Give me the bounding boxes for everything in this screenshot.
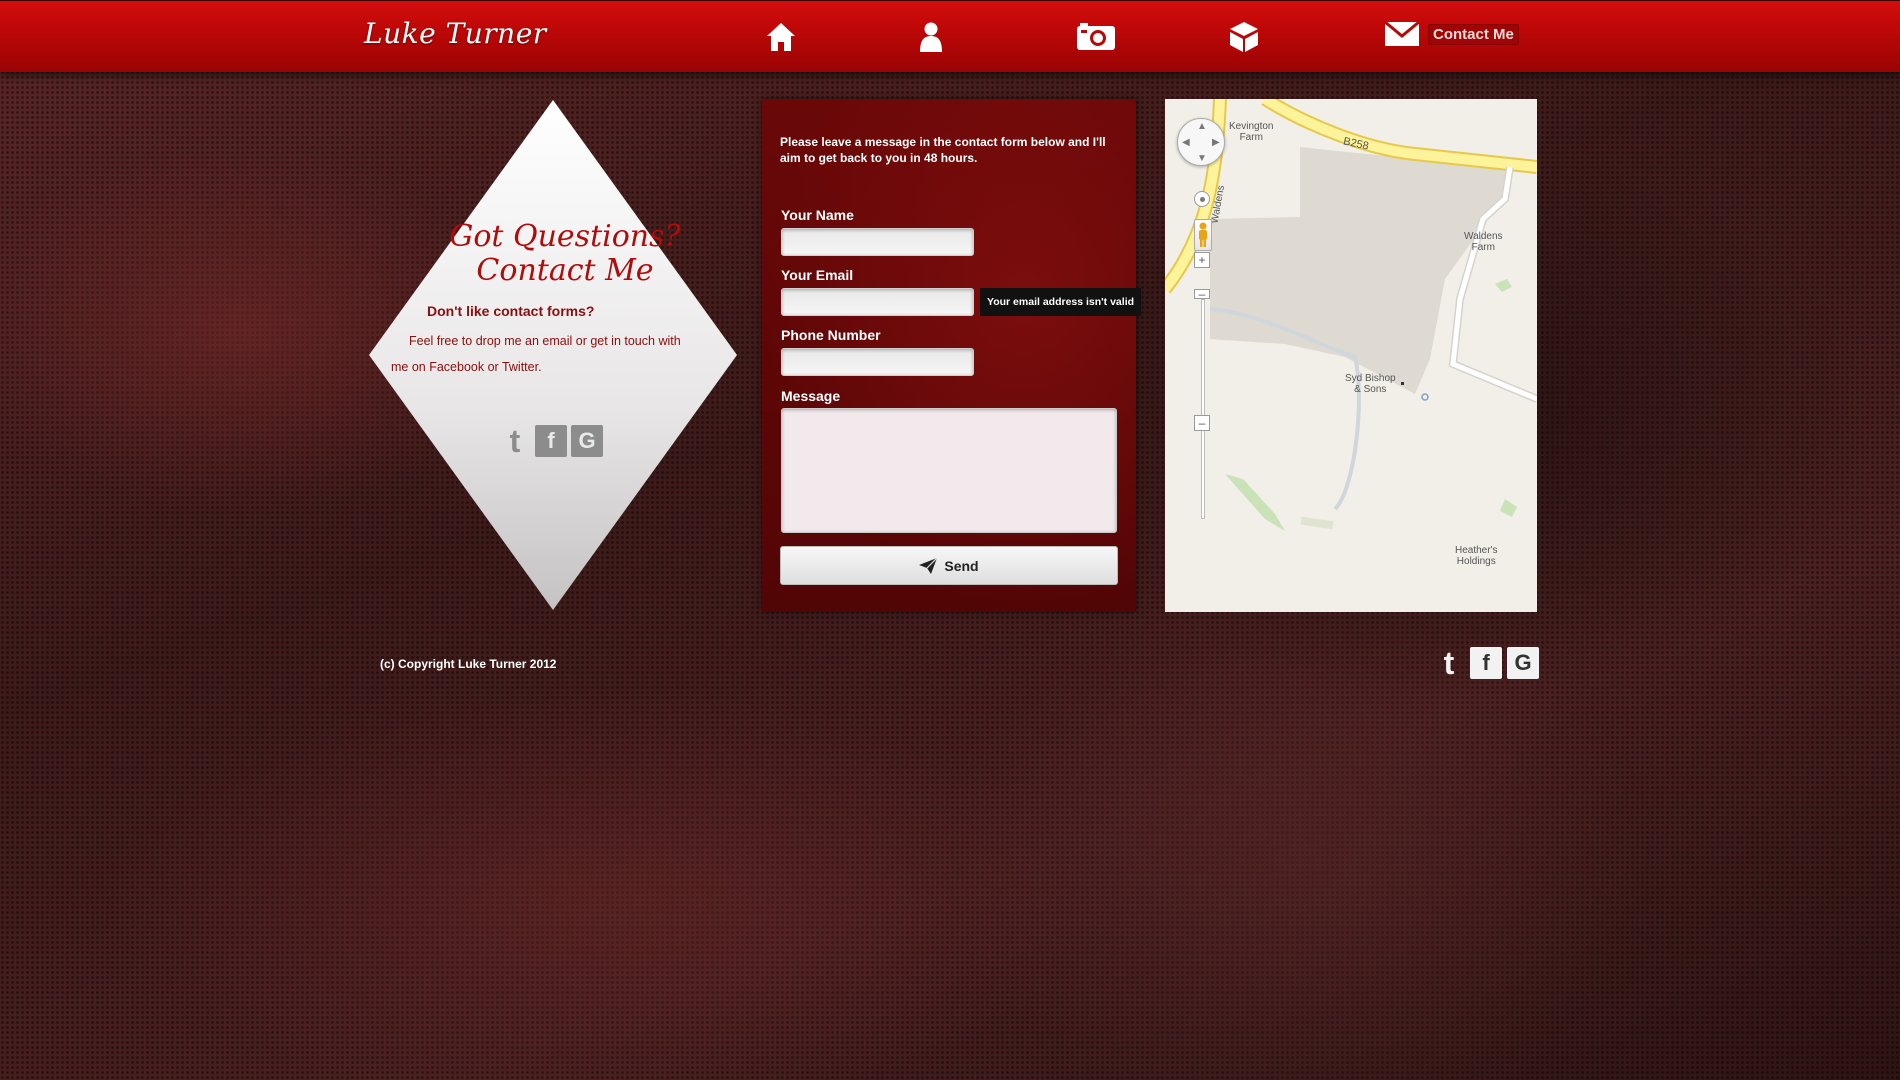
street-view-pegman-icon[interactable] <box>1194 219 1212 251</box>
phone-field[interactable] <box>781 348 974 376</box>
footer-facebook-icon[interactable]: f <box>1470 647 1502 679</box>
copyright-text: (c) Copyright Luke Turner 2012 <box>380 657 557 671</box>
nav-contact[interactable]: Contact Me <box>1384 21 1519 47</box>
message-label: Message <box>781 388 841 404</box>
map-canvas <box>1165 99 1537 612</box>
box-icon <box>1230 22 1258 52</box>
pegman-icon <box>1199 222 1207 247</box>
top-navigation-bar: Luke Turner Contact Me <box>0 0 1900 72</box>
email-error-tooltip: Your email address isn't valid <box>980 288 1142 316</box>
nav-portfolio[interactable] <box>1224 19 1264 55</box>
pan-right-icon[interactable]: ▶ <box>1212 138 1220 148</box>
map-label-heathers-holdings: Heather's Holdings <box>1455 545 1498 567</box>
zoom-in-button[interactable]: + <box>1194 252 1210 268</box>
send-button[interactable]: Send <box>780 546 1118 585</box>
facebook-icon[interactable]: f <box>535 425 567 457</box>
camera-icon <box>1077 23 1115 50</box>
form-intro-text: Please leave a message in the contact fo… <box>780 135 1106 165</box>
home-icon <box>767 23 795 51</box>
nav-about[interactable] <box>911 19 951 55</box>
message-field[interactable] <box>781 408 1117 533</box>
zoom-slider-track[interactable] <box>1201 299 1205 519</box>
map-pan-control[interactable]: ▲ ▼ ◀ ▶ <box>1177 118 1225 166</box>
map-label-kevington: Kevington Farm <box>1229 121 1274 143</box>
diamond-subtitle: Don't like contact forms? <box>427 303 595 319</box>
twitter-icon[interactable]: t <box>499 423 531 459</box>
map-label-waldens-farm: Waldens Farm <box>1464 231 1503 253</box>
name-field[interactable] <box>781 228 974 256</box>
pan-left-icon[interactable]: ◀ <box>1182 138 1190 148</box>
email-label: Your Email <box>781 267 854 283</box>
location-map[interactable]: Kevington Farm B258 Waldens Farm Waldens S… <box>1165 99 1537 612</box>
person-icon <box>920 22 942 52</box>
email-field[interactable] <box>781 288 974 316</box>
nav-contact-label: Contact Me <box>1428 23 1519 45</box>
footer-social-links: t f G <box>1433 645 1539 681</box>
diamond-title-line1: Got Questions? <box>449 219 681 254</box>
diamond-social-links: t f G <box>499 423 603 459</box>
nav-home[interactable] <box>761 19 801 55</box>
pan-up-icon[interactable]: ▲ <box>1197 122 1207 132</box>
diamond-title: Got Questions? Contact Me <box>367 220 739 288</box>
zoom-out-button[interactable]: – <box>1194 415 1210 431</box>
name-label: Your Name <box>781 207 854 223</box>
nav-photos[interactable] <box>1076 19 1116 55</box>
paper-plane-icon <box>919 557 938 574</box>
map-reset-button[interactable] <box>1194 191 1210 207</box>
contact-form-panel: Please leave a message in the contact fo… <box>762 99 1142 612</box>
diamond-body-text: Feel free to drop me an email or get in … <box>391 334 681 374</box>
pan-down-icon[interactable]: ▼ <box>1197 154 1207 164</box>
zoom-slider-handle[interactable]: – <box>1194 287 1210 301</box>
send-button-label: Send <box>944 557 979 574</box>
mail-icon <box>1384 21 1420 46</box>
site-logo[interactable]: Luke Turner <box>364 17 547 50</box>
map-label-syd-bishop: Syd Bishop & Sons <box>1345 373 1396 395</box>
phone-label: Phone Number <box>781 327 881 343</box>
diamond-title-line2: Contact Me <box>476 253 654 288</box>
dot-icon <box>1199 196 1205 202</box>
google-icon[interactable]: G <box>571 425 603 457</box>
footer-twitter-icon[interactable]: t <box>1433 645 1465 681</box>
contact-info-diamond: Got Questions? Contact Me Don't like con… <box>367 100 739 610</box>
footer-google-icon[interactable]: G <box>1507 647 1539 679</box>
